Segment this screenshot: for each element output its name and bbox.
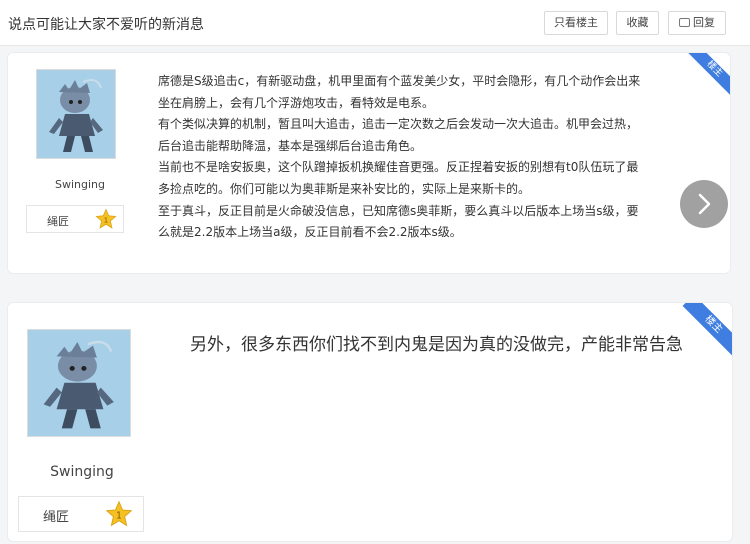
post-line: 么就是2.2版本上场当a级，反正目前看不会2.2版本s级。	[158, 225, 462, 240]
thread-header: 说点可能让大家不爱听的新消息 只看楼主 收藏 回复	[0, 0, 750, 46]
post-line: 后台追击能帮助降温，基本是强绑后台追击角色。	[158, 138, 423, 153]
reply-button[interactable]: 回复	[668, 11, 726, 35]
post-line: 有个类似决算的机制，暂且叫大追击，追击一定次数之后会发动一次大追击。机甲会过热，	[158, 117, 639, 132]
post-line: 当前也不是啥安扳奥，这个队蹭掉扳机换耀佳音更强。反正捏着安扳的别想有t0队伍玩了…	[158, 160, 639, 175]
rank-level: 1	[116, 511, 122, 522]
chevron-right-icon	[698, 193, 711, 215]
avatar[interactable]	[36, 69, 116, 159]
rank-level: 1	[104, 216, 109, 225]
post-2: 楼主 Swinging 绳匠 1 另外，很多东西你们找不到内鬼是因为真的没做完，…	[7, 302, 733, 542]
author-name[interactable]: Swinging	[34, 178, 126, 191]
next-page-button[interactable]	[680, 180, 728, 228]
star-icon: 1	[95, 208, 117, 229]
comment-icon	[679, 18, 690, 27]
post-1: 楼主 Swinging 绳匠 1 席德是S级追击c，有新驱动盘，机甲里面有个蓝发…	[7, 52, 731, 274]
author-panel: Swinging 绳匠 1	[26, 69, 126, 233]
star-icon: 1	[105, 500, 133, 527]
post-content: 席德是S级追击c，有新驱动盘，机甲里面有个蓝发美少女，平时会隐形，有几个动作会出…	[158, 71, 730, 244]
post-line: 席德是S级追击c，有新驱动盘，机甲里面有个蓝发美少女，平时会隐形，有几个动作会出…	[158, 74, 641, 88]
post-line: 至于真斗，反正目前是火命破没信息，已知席德s奥菲斯，要么真斗以后版本上场当s级，…	[158, 203, 639, 218]
favorite-button[interactable]: 收藏	[616, 11, 659, 35]
avatar-image	[28, 330, 130, 436]
post-line: 坐在肩膀上，会有几个浮游炮攻击，看特效是电系。	[158, 95, 435, 110]
thread-title: 说点可能让大家不爱听的新消息	[8, 17, 204, 33]
post-content: 另外，很多东西你们找不到内鬼是因为真的没做完，产能非常告急	[190, 335, 683, 355]
op-badge-label: 楼主	[682, 303, 732, 356]
reply-label: 回复	[693, 16, 715, 29]
author-panel: Swinging 绳匠 1	[18, 329, 144, 532]
only-op-button[interactable]: 只看楼主	[544, 11, 608, 35]
rank-badge: 绳匠 1	[26, 205, 124, 233]
avatar-image	[37, 70, 115, 158]
author-name[interactable]: Swinging	[26, 464, 138, 480]
rank-badge: 绳匠 1	[18, 496, 144, 532]
rank-label: 绳匠	[43, 510, 70, 525]
post-line: 多捡点吃的。你们可能以为奥菲斯是来补安比的，实际上是来斯卡的。	[158, 181, 531, 196]
avatar[interactable]	[27, 329, 131, 437]
rank-label: 绳匠	[47, 215, 69, 228]
